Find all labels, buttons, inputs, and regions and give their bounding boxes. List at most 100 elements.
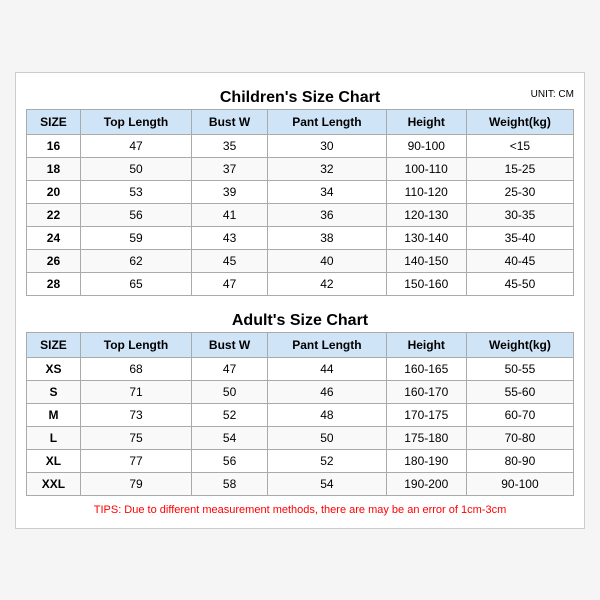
children-col-size: SIZE: [27, 109, 81, 134]
table-cell: 56: [80, 203, 191, 226]
children-tbody: 1647353090-100<1518503732100-11015-25205…: [27, 134, 574, 295]
table-cell: 41: [192, 203, 268, 226]
chart-container: Children's Size Chart UNIT: CM SIZE Top …: [15, 72, 585, 529]
table-cell: 47: [192, 357, 268, 380]
table-cell: 30: [268, 134, 386, 157]
table-cell: 56: [192, 449, 268, 472]
children-col-toplength: Top Length: [80, 109, 191, 134]
table-cell: 175-180: [386, 426, 466, 449]
table-cell: 77: [80, 449, 191, 472]
table-row: 1647353090-100<15: [27, 134, 574, 157]
table-cell: 54: [192, 426, 268, 449]
table-cell: 180-190: [386, 449, 466, 472]
children-title: Children's Size Chart UNIT: CM: [26, 83, 574, 109]
table-cell: M: [27, 403, 81, 426]
table-cell: 43: [192, 226, 268, 249]
table-cell: S: [27, 380, 81, 403]
table-cell: 55-60: [466, 380, 573, 403]
table-cell: 130-140: [386, 226, 466, 249]
table-cell: 70-80: [466, 426, 573, 449]
table-cell: 80-90: [466, 449, 573, 472]
table-cell: 44: [268, 357, 386, 380]
table-cell: 15-25: [466, 157, 573, 180]
table-row: 26624540140-15040-45: [27, 249, 574, 272]
table-row: L755450175-18070-80: [27, 426, 574, 449]
table-row: 18503732100-11015-25: [27, 157, 574, 180]
unit-label: UNIT: CM: [531, 89, 574, 100]
table-cell: 35: [192, 134, 268, 157]
children-table: SIZE Top Length Bust W Pant Length Heigh…: [26, 109, 574, 296]
table-row: 28654742150-16045-50: [27, 272, 574, 295]
table-cell: 40-45: [466, 249, 573, 272]
table-cell: 120-130: [386, 203, 466, 226]
table-cell: 62: [80, 249, 191, 272]
table-cell: XS: [27, 357, 81, 380]
table-cell: 16: [27, 134, 81, 157]
adult-table: SIZE Top Length Bust W Pant Length Heigh…: [26, 332, 574, 496]
table-cell: 65: [80, 272, 191, 295]
table-cell: L: [27, 426, 81, 449]
adult-col-size: SIZE: [27, 332, 81, 357]
table-cell: 24: [27, 226, 81, 249]
table-cell: 28: [27, 272, 81, 295]
table-cell: 46: [268, 380, 386, 403]
adult-col-bustw: Bust W: [192, 332, 268, 357]
tips-text: TIPS: Due to different measurement metho…: [26, 500, 574, 518]
adult-tbody: XS684744160-16550-55S715046160-17055-60M…: [27, 357, 574, 495]
adult-col-toplength: Top Length: [80, 332, 191, 357]
table-row: 24594338130-14035-40: [27, 226, 574, 249]
adult-col-pantlength: Pant Length: [268, 332, 386, 357]
table-cell: 54: [268, 472, 386, 495]
table-cell: 110-120: [386, 180, 466, 203]
table-cell: 90-100: [466, 472, 573, 495]
table-cell: 36: [268, 203, 386, 226]
adult-title: Adult's Size Chart: [26, 306, 574, 332]
table-cell: XXL: [27, 472, 81, 495]
table-row: M735248170-17560-70: [27, 403, 574, 426]
table-cell: 34: [268, 180, 386, 203]
children-title-text: Children's Size Chart: [220, 89, 380, 106]
table-row: S715046160-17055-60: [27, 380, 574, 403]
table-cell: 25-30: [466, 180, 573, 203]
table-cell: 53: [80, 180, 191, 203]
children-col-weight: Weight(kg): [466, 109, 573, 134]
table-row: 20533934110-12025-30: [27, 180, 574, 203]
children-header-row: SIZE Top Length Bust W Pant Length Heigh…: [27, 109, 574, 134]
adult-col-height: Height: [386, 332, 466, 357]
table-cell: 18: [27, 157, 81, 180]
table-cell: 170-175: [386, 403, 466, 426]
table-cell: 73: [80, 403, 191, 426]
table-cell: 30-35: [466, 203, 573, 226]
table-cell: 45: [192, 249, 268, 272]
table-cell: 79: [80, 472, 191, 495]
table-cell: 160-165: [386, 357, 466, 380]
table-cell: 150-160: [386, 272, 466, 295]
table-cell: 39: [192, 180, 268, 203]
table-cell: 100-110: [386, 157, 466, 180]
table-cell: 50: [192, 380, 268, 403]
table-cell: 45-50: [466, 272, 573, 295]
adult-title-text: Adult's Size Chart: [232, 312, 368, 329]
table-cell: 40: [268, 249, 386, 272]
table-cell: 140-150: [386, 249, 466, 272]
table-cell: 42: [268, 272, 386, 295]
table-cell: 50: [268, 426, 386, 449]
table-cell: 60-70: [466, 403, 573, 426]
table-cell: 48: [268, 403, 386, 426]
children-col-pantlength: Pant Length: [268, 109, 386, 134]
table-cell: 50: [80, 157, 191, 180]
table-cell: 26: [27, 249, 81, 272]
table-cell: 50-55: [466, 357, 573, 380]
table-cell: 59: [80, 226, 191, 249]
table-cell: 75: [80, 426, 191, 449]
table-cell: 20: [27, 180, 81, 203]
table-cell: XL: [27, 449, 81, 472]
table-row: 22564136120-13030-35: [27, 203, 574, 226]
table-cell: 22: [27, 203, 81, 226]
adult-header-row: SIZE Top Length Bust W Pant Length Heigh…: [27, 332, 574, 357]
table-cell: 190-200: [386, 472, 466, 495]
table-cell: 90-100: [386, 134, 466, 157]
table-cell: 32: [268, 157, 386, 180]
table-cell: 35-40: [466, 226, 573, 249]
table-cell: 47: [80, 134, 191, 157]
